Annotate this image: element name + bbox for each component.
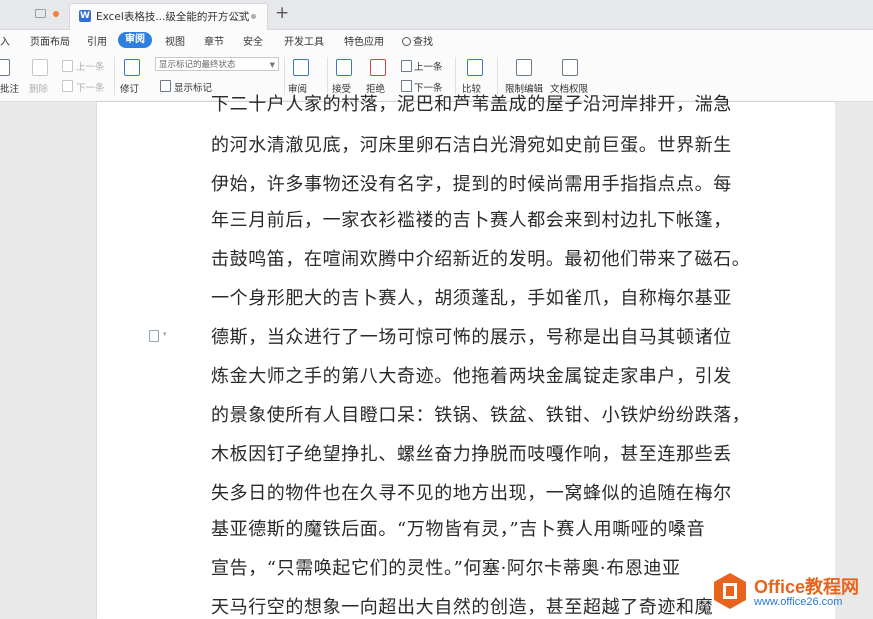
word-doc-icon: W [79,10,91,22]
accept-icon[interactable] [336,59,352,76]
revise-button[interactable]: 修订 [120,81,139,95]
next-comment-icon [62,80,73,92]
text-line: 下二十户人家的村落，泥巴和芦苇盖成的屋子沿河岸排开，湍急 [211,94,732,115]
markup-state-select[interactable]: 显示标记的最终状态 ▼ [155,57,279,71]
document-permission-icon[interactable] [562,59,578,76]
tab-document[interactable]: W Excel表格技...级全能的开方公式 [69,3,268,30]
search-label: 查找 [413,37,433,48]
tab-inactive[interactable] [26,6,64,24]
chevron-down-icon[interactable]: ▾ [163,330,167,338]
text-line: 一个身形肥大的吉卜赛人，胡须蓬乱，手如雀爪，自称梅尔基亚 [211,288,732,309]
paragraph-marker-icon[interactable] [149,330,159,342]
restrict-edit-icon[interactable] [516,59,532,76]
menu-bar: 入 页面布局 引用 审阅 视图 章节 安全 开发工具 特色应用 查找 [0,30,873,51]
show-markup-button[interactable]: 显示标记 [174,80,212,94]
tab-title: Excel表格技...级全能的开方公式 [96,11,250,23]
menu-developer[interactable]: 开发工具 [284,33,324,48]
text-line: 的河水清澈见底，河床里卵石洁白光滑宛如史前巨蛋。世界新生 [211,135,732,156]
menu-chapter[interactable]: 章节 [204,33,224,48]
prev-change-icon [401,60,412,72]
menu-review[interactable]: 审阅 [118,32,152,48]
unsaved-dot-icon [53,11,59,17]
text-line: 德斯，当众进行了一场可惊可怖的展示，号称是出自马其顿诸位 [211,327,732,348]
right-gutter [835,102,873,619]
prev-comment-button[interactable]: 上一条 [76,59,105,73]
delete-comment-icon [32,59,48,76]
text-line: 基亚德斯的魔铁后面。“万物皆有灵，”吉卜赛人用嘶哑的嗓音 [211,519,706,540]
monitor-icon [35,9,46,18]
show-markup-icon [160,80,171,92]
menu-view[interactable]: 视图 [165,33,185,48]
new-tab-button[interactable]: + [275,3,289,23]
comment-icon[interactable] [0,59,10,76]
text-line: 天马行空的想象一向超出大自然的创造，甚至超越了奇迹和魔 [211,597,714,618]
site-watermark: Office教程网 www.office26.com [710,567,873,619]
reject-icon[interactable] [370,59,386,76]
menu-page-layout[interactable]: 页面布局 [30,33,70,48]
text-line: 宣告，“只需唤起它们的灵性。”何塞·阿尔卡蒂奥·布恩迪亚 [211,558,681,579]
text-line: 击鼓鸣笛，在喧闹欢腾中介绍新近的发明。最初他们带来了磁石。 [211,249,751,270]
search-icon [402,37,411,46]
text-line: 的景象使所有人目瞪口呆：铁锅、铁盆、铁钳、小铁炉纷纷跌落， [211,405,751,426]
review-pane-icon[interactable] [293,59,309,76]
text-line: 失多日的物件也在久寻不见的地方出现，一窝蜂似的追随在梅尔 [211,483,732,504]
track-changes-icon[interactable] [124,59,140,76]
menu-insert[interactable]: 入 [0,33,10,48]
office-logo-icon [714,573,746,609]
document-page[interactable]: 下二十户人家的村落，泥巴和芦苇盖成的屋子沿河岸排开，湍急 的河水清澈见底，河床里… [97,94,835,619]
text-line: 炼金大师之手的第八大奇迹。他拖着两块金属锭走家串户，引发 [211,366,732,387]
annotate-button[interactable]: 批注 [0,81,19,95]
next-comment-button[interactable]: 下一条 [76,80,105,94]
delete-button[interactable]: 删除 [29,81,48,95]
menu-special[interactable]: 特色应用 [344,33,384,48]
tab-bar: W Excel表格技...级全能的开方公式 + [0,0,873,30]
watermark-url: www.office26.com [754,596,843,608]
compare-icon[interactable] [467,59,483,76]
prev-comment-icon [62,60,73,72]
chevron-down-icon: ▼ [269,61,275,69]
tab-close-dot-icon[interactable] [251,14,256,19]
search-button[interactable]: 查找 [402,33,433,48]
text-line: 年三月前后，一家衣衫褴褛的吉卜赛人都会来到村边扎下帐篷， [211,210,732,231]
monitor-icon[interactable] [233,12,244,21]
prev-change-button[interactable]: 上一条 [414,59,443,73]
menu-references[interactable]: 引用 [87,33,107,48]
menu-security[interactable]: 安全 [243,33,263,48]
text-line: 伊始，许多事物还没有名字，提到的时候尚需用手指指点点。每 [211,174,732,195]
divider [114,57,115,95]
text-line: 木板因钉子绝望挣扎、螺丝奋力挣脱而吱嘎作响，甚至连那些丢 [211,444,732,465]
